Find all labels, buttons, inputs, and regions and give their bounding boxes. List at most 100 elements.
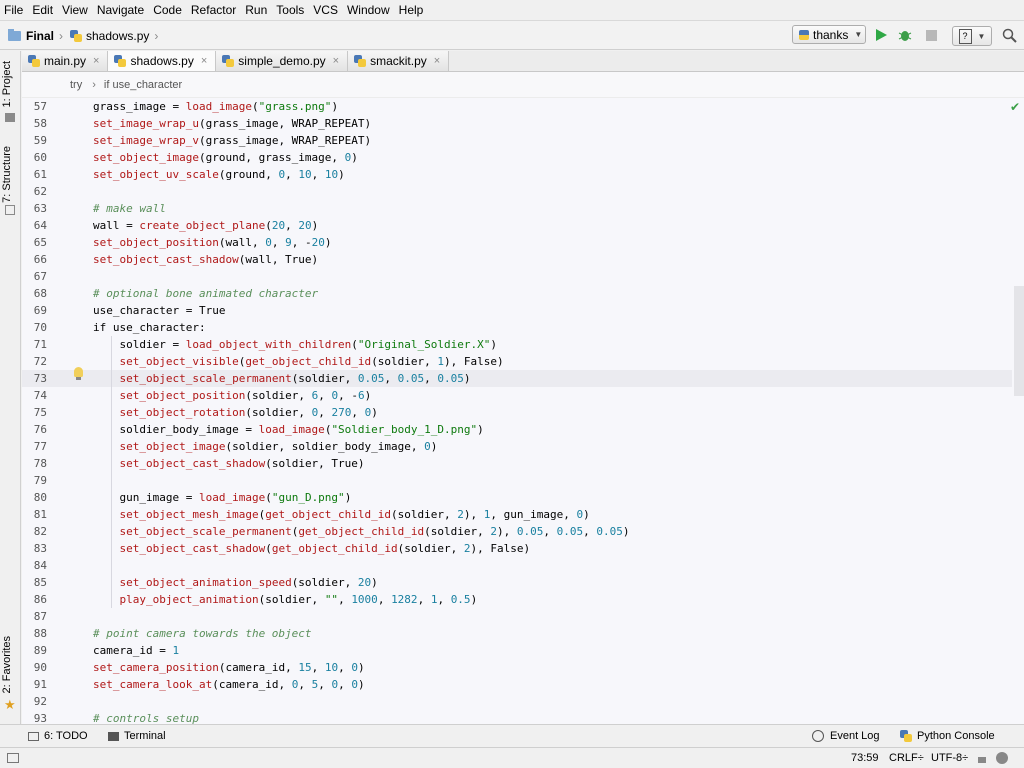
nav-project[interactable]: Final › <box>8 21 68 50</box>
code-line[interactable]: 62 <box>22 183 1012 200</box>
menu-run[interactable]: Run <box>241 0 272 20</box>
code-line[interactable]: 72 set_object_visible(get_object_child_i… <box>22 353 1012 370</box>
code-line[interactable]: 84 <box>22 557 1012 574</box>
menu-vcs[interactable]: VCS <box>309 0 343 20</box>
code-line[interactable]: 89 camera_id = 1 <box>22 642 1012 659</box>
caret-position[interactable]: 73:59 <box>851 748 879 768</box>
menu-navigate[interactable]: Navigate <box>93 0 149 20</box>
menu-window[interactable]: Window <box>343 0 395 20</box>
breadcrumb-try[interactable]: try <box>70 79 82 91</box>
dropdown-arrow-icon: ▼ <box>977 31 986 41</box>
code-line[interactable]: 70 if use_character: <box>22 319 1012 336</box>
code-line[interactable]: 66 set_object_cast_shadow(wall, True) <box>22 251 1012 268</box>
code-line[interactable]: 71 soldier = load_object_with_children("… <box>22 336 1012 353</box>
editor-tab[interactable]: main.py × <box>22 51 109 71</box>
python-console-tool-tab[interactable]: Python Console <box>900 725 995 747</box>
breadcrumb-if-use-character[interactable]: if use_character <box>104 79 182 91</box>
close-tab-icon[interactable]: × <box>201 55 207 67</box>
code-line[interactable]: 81 set_object_mesh_image(get_object_chil… <box>22 506 1012 523</box>
code-line[interactable]: 76 soldier_body_image = load_image("Sold… <box>22 421 1012 438</box>
left-tool-strip: 1: Project 7: Structure 2: Favorites ★ <box>0 51 21 746</box>
code-line[interactable]: 73 set_object_scale_permanent(soldier, 0… <box>22 370 1012 387</box>
code-text: set_object_position(soldier, 6, 0, -6) <box>119 389 372 402</box>
code-line[interactable]: 79 <box>22 472 1012 489</box>
favorites-tool-tab[interactable]: 2: Favorites <box>1 636 13 693</box>
scrollbar-thumb[interactable] <box>1014 286 1024 396</box>
code-line[interactable]: 59 set_image_wrap_v(grass_image, WRAP_REP… <box>22 132 1012 149</box>
event-log-tool-tab[interactable]: Event Log <box>812 725 880 747</box>
code-line[interactable]: 75 set_object_rotation(soldier, 0, 270, … <box>22 404 1012 421</box>
code-line[interactable]: 57 grass_image = load_image("grass.png") <box>22 98 1012 115</box>
line-number: 63 <box>33 202 47 215</box>
code-line[interactable]: 87 <box>22 608 1012 625</box>
code-line[interactable]: 86 play_object_animation(soldier, "", 10… <box>22 591 1012 608</box>
code-line[interactable]: 65 set_object_position(wall, 0, 9, -20) <box>22 234 1012 251</box>
menu-code[interactable]: Code <box>149 0 187 20</box>
chevron-right-icon: › <box>92 78 96 91</box>
code-text: set_object_image(soldier, soldier_body_i… <box>119 440 438 453</box>
code-text: wall = create_object_plane(20, 20) <box>93 219 319 232</box>
stop-button[interactable] <box>921 25 941 45</box>
lightbulb-icon[interactable] <box>74 367 83 380</box>
search-everywhere-button[interactable] <box>999 25 1019 45</box>
code-line[interactable]: 93 # controls setup <box>22 710 1012 724</box>
menu-help[interactable]: Help <box>395 0 429 20</box>
code-line[interactable]: 58 set_image_wrap_u(grass_image, WRAP_REP… <box>22 115 1012 132</box>
menu-file[interactable]: File <box>0 0 28 20</box>
menu-view[interactable]: View <box>58 0 93 20</box>
structure-tool-tab[interactable]: 7: Structure <box>1 146 13 203</box>
code-line[interactable]: 67 <box>22 268 1012 285</box>
code-line[interactable]: 64 wall = create_object_plane(20, 20) <box>22 217 1012 234</box>
editor-tab-label: main.py <box>44 54 87 68</box>
line-number: 72 <box>33 355 47 368</box>
line-number: 64 <box>33 219 47 232</box>
line-number: 92 <box>33 695 47 708</box>
project-tool-tab[interactable]: 1: Project <box>1 61 13 107</box>
menu-tools[interactable]: Tools <box>272 0 309 20</box>
todo-tool-tab[interactable]: 6: TODO <box>28 725 88 747</box>
menu-edit[interactable]: Edit <box>28 0 58 20</box>
debug-button[interactable] <box>895 25 915 45</box>
line-separator-select[interactable]: CRLF÷ <box>889 748 924 768</box>
code-line[interactable]: 61 set_object_uv_scale(ground, 0, 10, 10) <box>22 166 1012 183</box>
python-config-icon <box>799 29 809 40</box>
code-line[interactable]: 77 set_object_image(soldier, soldier_bod… <box>22 438 1012 455</box>
close-tab-icon[interactable]: × <box>93 55 99 67</box>
code-line[interactable]: 74 set_object_position(soldier, 6, 0, -6… <box>22 387 1012 404</box>
lock-icon[interactable] <box>978 748 986 768</box>
code-line[interactable]: 68 # optional bone animated character <box>22 285 1012 302</box>
code-line[interactable]: 82 set_object_scale_permanent(get_object… <box>22 523 1012 540</box>
line-number: 86 <box>33 593 47 606</box>
nav-file[interactable]: shadows.py › <box>70 21 163 50</box>
terminal-tool-tab[interactable]: Terminal <box>108 725 166 747</box>
code-editor[interactable]: 93 # controls setup 92 91 set_camera_look_at… <box>22 98 1024 724</box>
code-line[interactable]: 63 # make wall <box>22 200 1012 217</box>
run-config-select[interactable]: thanks ▼ <box>792 25 866 44</box>
code-line[interactable]: 78 set_object_cast_shadow(soldier, True) <box>22 455 1012 472</box>
code-line[interactable]: 83 set_object_cast_shadow(get_object_chi… <box>22 540 1012 557</box>
code-line[interactable]: 88 # point camera towards the object <box>22 625 1012 642</box>
line-number: 57 <box>33 100 47 113</box>
hector-icon[interactable] <box>996 748 1008 768</box>
run-button[interactable] <box>871 25 891 45</box>
toggle-tool-windows-button[interactable] <box>7 748 19 768</box>
code-line[interactable]: 90 set_camera_position(camera_id, 15, 10,… <box>22 659 1012 676</box>
close-tab-icon[interactable]: × <box>333 55 339 67</box>
editor-tab[interactable]: simple_demo.py × <box>216 51 349 71</box>
menu-refactor[interactable]: Refactor <box>187 0 241 20</box>
code-line[interactable]: 69 use_character = True <box>22 302 1012 319</box>
editor-tab[interactable]: shadows.py × <box>108 51 217 71</box>
line-number: 77 <box>33 440 47 453</box>
python-file-icon <box>114 55 127 67</box>
code-line[interactable]: 91 set_camera_look_at(camera_id, 0, 5, 0,… <box>22 676 1012 693</box>
editor-tab[interactable]: smackit.py × <box>348 51 450 71</box>
code-line[interactable]: 60 set_object_image(ground, grass_image, … <box>22 149 1012 166</box>
code-line[interactable]: 85 set_object_animation_speed(soldier, 2… <box>22 574 1012 591</box>
close-tab-icon[interactable]: × <box>434 55 440 67</box>
code-line[interactable]: 80 gun_image = load_image("gun_D.png") <box>22 489 1012 506</box>
help-dropdown-button[interactable]: ? ▼ <box>952 26 992 46</box>
code-line[interactable]: 92 <box>22 693 1012 710</box>
line-number: 60 <box>33 151 47 164</box>
encoding-select[interactable]: UTF-8÷ <box>931 748 968 768</box>
line-number: 82 <box>33 525 47 538</box>
